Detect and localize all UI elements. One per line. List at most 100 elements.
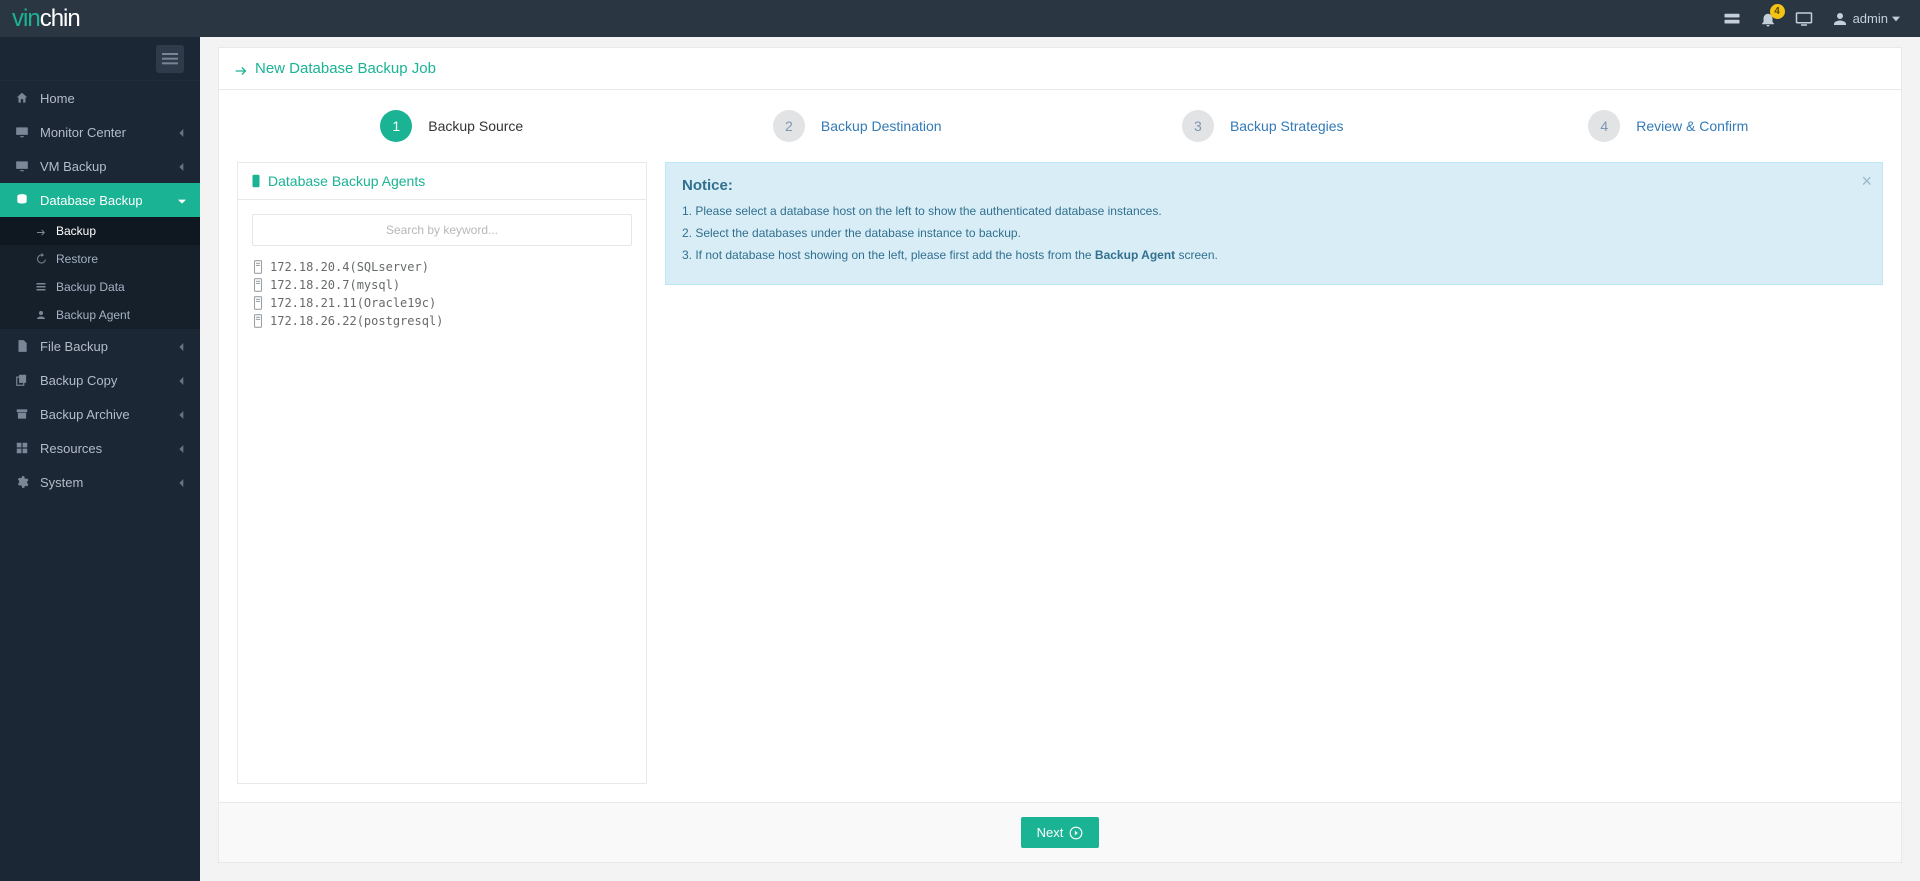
chevron-left-icon xyxy=(178,339,186,354)
sidebar-toggle xyxy=(0,37,200,81)
arrow-right-circle-icon xyxy=(1069,826,1083,840)
archive-icon xyxy=(14,406,30,422)
sidebar-item-monitor-center[interactable]: Monitor Center xyxy=(0,115,200,149)
wizard-steps: 1 Backup Source 2 Backup Destination 3 B… xyxy=(219,90,1901,162)
agents-panel: Database Backup Agents 172.18.20.4(SQLse… xyxy=(237,162,647,784)
sidebar-subitem-restore[interactable]: Restore xyxy=(0,245,200,273)
step-number: 1 xyxy=(380,110,412,142)
sidebar-item-database-backup[interactable]: Database Backup xyxy=(0,183,200,217)
monitor-icon xyxy=(14,158,30,174)
sidebar-item-backup-archive[interactable]: Backup Archive xyxy=(0,397,200,431)
sidebar-item-label: Backup Copy xyxy=(40,373,117,388)
sidebar-subitem-label: Backup xyxy=(56,224,96,238)
share-icon xyxy=(34,224,48,238)
copy-icon xyxy=(14,372,30,388)
sidebar: Home Monitor Center VM Backup Database B… xyxy=(0,37,200,881)
sidebar-item-label: VM Backup xyxy=(40,159,106,174)
chevron-left-icon xyxy=(178,159,186,174)
server-icon xyxy=(252,296,264,310)
agent-list: 172.18.20.4(SQLserver) 172.18.20.7(mysql… xyxy=(252,258,632,330)
wizard-footer: Next xyxy=(219,802,1901,862)
agents-panel-title: Database Backup Agents xyxy=(238,163,646,200)
notice-line: 3. If not database host showing on the l… xyxy=(682,246,1852,264)
agent-row[interactable]: 172.18.26.22(postgresql) xyxy=(252,312,632,330)
step-label: Backup Source xyxy=(428,118,523,134)
user-icon xyxy=(1831,10,1849,28)
notifications-icon[interactable]: 4 xyxy=(1759,10,1777,28)
step-number: 4 xyxy=(1588,110,1620,142)
sidebar-subitem-backup-data[interactable]: Backup Data xyxy=(0,273,200,301)
step-label: Review & Confirm xyxy=(1636,118,1748,134)
wizard-step-3[interactable]: 3 Backup Strategies xyxy=(1060,110,1466,142)
server-icon xyxy=(252,314,264,328)
sidebar-item-file-backup[interactable]: File Backup xyxy=(0,329,200,363)
sidebar-toggle-button[interactable] xyxy=(156,45,184,73)
logo-suffix: chin xyxy=(40,5,80,32)
agent-row[interactable]: 172.18.20.4(SQLserver) xyxy=(252,258,632,276)
wizard-step-4[interactable]: 4 Review & Confirm xyxy=(1466,110,1872,142)
sidebar-subitem-backup-agent[interactable]: Backup Agent xyxy=(0,301,200,329)
agent-search-input[interactable] xyxy=(252,214,632,246)
chevron-left-icon xyxy=(178,125,186,140)
sidebar-item-resources[interactable]: Resources xyxy=(0,431,200,465)
notification-count-badge: 4 xyxy=(1770,4,1785,19)
chevron-down-icon xyxy=(178,193,186,208)
notice-line: 1. Please select a database host on the … xyxy=(682,202,1852,220)
main-content: New Database Backup Job 1 Backup Source … xyxy=(200,37,1920,881)
agents-title-text: Database Backup Agents xyxy=(268,173,425,189)
step-label: Backup Destination xyxy=(821,118,942,134)
close-icon[interactable]: × xyxy=(1861,171,1872,192)
storage-icon[interactable] xyxy=(1723,10,1741,28)
logo-prefix: vin xyxy=(12,5,40,32)
agent-icon xyxy=(34,308,48,322)
step-label: Backup Strategies xyxy=(1230,118,1344,134)
sidebar-submenu: Backup Restore Backup Data Backup Agent xyxy=(0,217,200,329)
notice-line: 2. Select the databases under the databa… xyxy=(682,224,1852,242)
sidebar-item-system[interactable]: System xyxy=(0,465,200,499)
sidebar-item-label: Home xyxy=(40,91,75,106)
step-number: 2 xyxy=(773,110,805,142)
sidebar-subitem-label: Backup Data xyxy=(56,280,125,294)
sidebar-item-home[interactable]: Home xyxy=(0,81,200,115)
sidebar-subitem-label: Backup Agent xyxy=(56,308,130,322)
chevron-left-icon xyxy=(178,407,186,422)
share-icon xyxy=(233,61,249,77)
sidebar-item-label: Resources xyxy=(40,441,102,456)
user-menu[interactable]: admin xyxy=(1831,10,1900,28)
screen-icon[interactable] xyxy=(1795,10,1813,28)
sidebar-item-label: Monitor Center xyxy=(40,125,126,140)
gear-icon xyxy=(14,474,30,490)
sidebar-item-label: File Backup xyxy=(40,339,108,354)
sidebar-item-label: System xyxy=(40,475,83,490)
user-label: admin xyxy=(1853,11,1888,26)
agent-label: 172.18.20.4(SQLserver) xyxy=(270,260,429,274)
wizard-step-1[interactable]: 1 Backup Source xyxy=(249,110,655,142)
agent-label: 172.18.26.22(postgresql) xyxy=(270,314,443,328)
header-bar: vinchin 4 admin xyxy=(0,0,1920,37)
page-title-text: New Database Backup Job xyxy=(255,60,436,77)
agent-label: 172.18.21.11(Oracle19c) xyxy=(270,296,436,310)
server-icon xyxy=(252,260,264,274)
server-icon xyxy=(252,278,264,292)
database-icon xyxy=(14,192,30,208)
sidebar-item-backup-copy[interactable]: Backup Copy xyxy=(0,363,200,397)
next-button-label: Next xyxy=(1037,825,1064,840)
next-button[interactable]: Next xyxy=(1021,817,1100,848)
sidebar-subitem-backup[interactable]: Backup xyxy=(0,217,200,245)
logo: vinchin xyxy=(12,5,80,33)
sidebar-subitem-label: Restore xyxy=(56,252,98,266)
chevron-left-icon xyxy=(178,441,186,456)
home-icon xyxy=(14,90,30,106)
step-number: 3 xyxy=(1182,110,1214,142)
wizard-step-2[interactable]: 2 Backup Destination xyxy=(655,110,1061,142)
file-icon xyxy=(14,338,30,354)
list-icon xyxy=(34,280,48,294)
agent-label: 172.18.20.7(mysql) xyxy=(270,278,400,292)
agent-row[interactable]: 172.18.20.7(mysql) xyxy=(252,276,632,294)
chevron-left-icon xyxy=(178,475,186,490)
sidebar-item-vm-backup[interactable]: VM Backup xyxy=(0,149,200,183)
agent-row[interactable]: 172.18.21.11(Oracle19c) xyxy=(252,294,632,312)
chevron-down-icon xyxy=(1892,11,1900,26)
sidebar-item-label: Backup Archive xyxy=(40,407,130,422)
resources-icon xyxy=(14,440,30,456)
